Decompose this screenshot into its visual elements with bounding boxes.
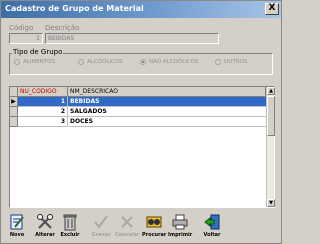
- radio-dot-icon: [78, 59, 84, 65]
- radio-dot-selected-icon: [140, 59, 146, 65]
- table-row[interactable]: 3 DOCES: [10, 117, 266, 127]
- new-document-icon: [10, 214, 24, 230]
- table-row[interactable]: 2 SALGADOS: [10, 107, 266, 117]
- cell-codigo[interactable]: 1: [18, 97, 68, 107]
- cell-codigo[interactable]: 3: [18, 117, 68, 127]
- radio-label: NÃO ALCOÓLICOS: [149, 59, 199, 65]
- search-binoculars-icon: [146, 216, 162, 228]
- tipo-grupo-legend: Tipo de Grupo: [12, 48, 64, 56]
- cell-codigo[interactable]: 2: [18, 107, 68, 117]
- descricao-label: Descrição: [45, 24, 80, 32]
- excluir-button[interactable]: Excluir: [58, 213, 82, 243]
- tipo-grupo-groupbox: Tipo de Grupo ALIMENTOS ALCOÓLICOS NÃO A…: [9, 48, 273, 75]
- cell-descricao[interactable]: DOCES: [68, 117, 266, 127]
- voltar-button[interactable]: Voltar: [200, 213, 224, 243]
- scroll-thumb[interactable]: [267, 96, 275, 136]
- grid-header-nm-descricao[interactable]: NM_DESCRICAO: [68, 87, 266, 97]
- grid-header-nu-codigo[interactable]: NU_CODIGO: [18, 87, 68, 97]
- alterar-label: Alterar: [35, 232, 55, 238]
- toolbar: Novo Alterar Excluir Gravar Cancelar Pro…: [1, 211, 281, 243]
- codigo-field[interactable]: 1: [9, 33, 43, 44]
- column-header-label: NM_DESCRICAO: [70, 88, 118, 95]
- codigo-label: Código: [9, 24, 34, 32]
- radio-label: ALIMENTOS: [23, 59, 55, 65]
- imprimir-button[interactable]: Imprimir: [168, 213, 192, 243]
- grid-header-indicator: [10, 87, 18, 97]
- cancelar-label: Cancelar: [115, 232, 140, 238]
- excluir-label: Excluir: [60, 232, 80, 238]
- novo-button[interactable]: Novo: [5, 213, 29, 243]
- main-window: Cadastro de Grupo de Material X Código D…: [0, 0, 282, 244]
- novo-label: Novo: [9, 232, 25, 238]
- procurar-button[interactable]: Procurar: [142, 213, 166, 243]
- column-header-label: NU_CODIGO: [20, 88, 57, 95]
- alterar-button[interactable]: Alterar: [33, 213, 57, 243]
- radio-dot-icon: [215, 59, 221, 65]
- title-bar[interactable]: Cadastro de Grupo de Material X: [1, 1, 281, 18]
- row-indicator: [10, 107, 18, 117]
- cell-descricao[interactable]: SALGADOS: [68, 107, 266, 117]
- table-row[interactable]: ▶ 1 BEBIDAS: [10, 97, 266, 107]
- close-button[interactable]: X: [265, 3, 279, 15]
- data-grid[interactable]: NU_CODIGO NM_DESCRICAO ▶ 1 BEBIDAS 2 SAL…: [9, 86, 275, 208]
- cancelar-button[interactable]: Cancelar: [115, 213, 140, 243]
- current-row-arrow-icon: ▶: [10, 97, 18, 107]
- gravar-button[interactable]: Gravar: [89, 213, 113, 243]
- descricao-value: BEBIDAS: [48, 35, 75, 42]
- cell-descricao[interactable]: BEBIDAS: [68, 97, 266, 107]
- radio-label: ALCOÓLICOS: [87, 59, 123, 65]
- row-indicator: [10, 117, 18, 127]
- imprimir-label: Imprimir: [168, 232, 193, 238]
- check-icon: [94, 215, 108, 229]
- radio-alimentos[interactable]: ALIMENTOS: [14, 59, 55, 65]
- edit-tools-icon: [37, 214, 53, 229]
- radio-outros[interactable]: OUTROS: [215, 59, 247, 65]
- voltar-label: Voltar: [203, 232, 221, 238]
- scroll-down-icon[interactable]: ▼: [267, 199, 275, 207]
- radio-nao-alcoolicos[interactable]: NÃO ALCOÓLICOS: [140, 59, 199, 65]
- exit-door-icon: [204, 214, 220, 230]
- window-title: Cadastro de Grupo de Material: [5, 4, 144, 13]
- scroll-up-icon[interactable]: ▲: [267, 87, 275, 95]
- procurar-label: Procurar: [142, 232, 167, 238]
- radio-label: OUTROS: [224, 59, 248, 65]
- codigo-value: 1: [36, 35, 40, 42]
- trash-icon: [63, 214, 77, 231]
- gravar-label: Gravar: [91, 232, 111, 238]
- radio-alcoolicos[interactable]: ALCOÓLICOS: [78, 59, 123, 65]
- cancel-x-icon: [121, 216, 133, 228]
- printer-icon: [172, 214, 188, 230]
- radio-dot-icon: [14, 59, 20, 65]
- descricao-field[interactable]: BEBIDAS: [45, 33, 219, 44]
- vertical-scrollbar[interactable]: ▲ ▼: [266, 87, 275, 207]
